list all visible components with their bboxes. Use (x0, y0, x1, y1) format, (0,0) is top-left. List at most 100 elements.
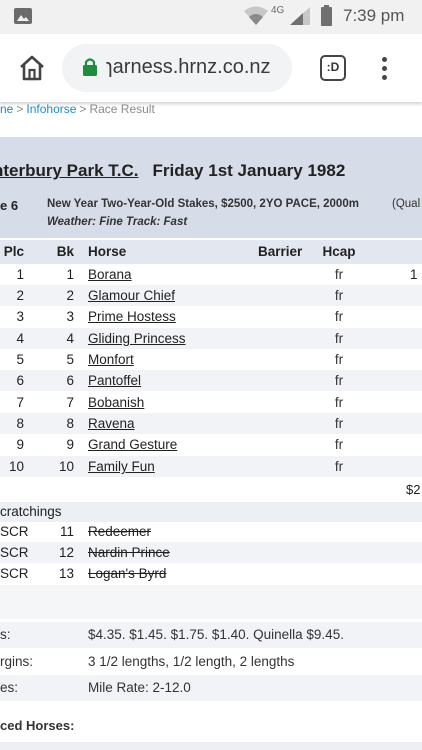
horse-link[interactable]: Monfort (88, 352, 134, 367)
table-row: 4 4 Gliding Princess fr (0, 328, 422, 349)
handicap: fr (334, 309, 344, 324)
stake-total-row: $2 (0, 479, 422, 501)
placing: 2 (16, 288, 24, 303)
horse-link[interactable]: Grand Gesture (88, 437, 177, 452)
times-value: Mile Rate: 2-12.0 (88, 680, 191, 695)
book-number: 11 (59, 524, 74, 539)
table-row: 5 5 Monfort fr (0, 349, 422, 370)
table-row: 8 8 Ravena fr (0, 413, 422, 434)
wifi-icon (244, 6, 268, 25)
placing: 8 (16, 416, 24, 431)
horse-link[interactable]: Family Fun (88, 459, 155, 474)
table-row: 7 7 Bobanish fr (0, 392, 422, 413)
table-row: 3 3 Prime Hostess fr (0, 306, 422, 327)
handicap: fr (334, 416, 344, 431)
placed-horses-title: ced Horses: (0, 718, 75, 733)
placing: 4 (16, 331, 24, 346)
horse-link[interactable]: Bobanish (88, 395, 144, 410)
race-number: e 6 (0, 198, 19, 213)
results-table-header: Plc Bk Horse Barrier Hcap (0, 240, 422, 264)
table-row: 6 6 Pantoffel fr (0, 370, 422, 391)
breadcrumb-home-link[interactable]: ne (0, 102, 13, 116)
breadcrumb-separator: > (79, 102, 87, 116)
horse-link[interactable]: Glamour Chief (88, 288, 175, 303)
placing: 5 (16, 352, 24, 367)
book-number: 9 (66, 437, 74, 452)
scratching-row: SCR 11 Redeemer (0, 521, 422, 542)
scratch-status: SCR (0, 566, 29, 581)
header-plc: Plc (3, 244, 24, 259)
handicap: fr (334, 352, 344, 367)
horse-link[interactable]: Borana (88, 267, 132, 282)
status-bar: 4G 7:39 pm (0, 0, 422, 34)
horse-link[interactable]: Gliding Princess (88, 331, 186, 346)
book-number: 8 (66, 416, 74, 431)
margins-row: rgins: 3 1/2 lengths, 1/2 length, 2 leng… (0, 649, 422, 675)
book-number: 13 (58, 566, 74, 581)
book-number: 1 (66, 267, 74, 282)
network-type-label: 4G (271, 5, 285, 16)
header-bk: Bk (56, 244, 74, 259)
scratching-row: SCR 12 Nardin Prince (0, 542, 422, 563)
table-row: 10 10 Family Fun fr (0, 456, 422, 477)
handicap: fr (334, 437, 344, 452)
more-vert-icon[interactable] (378, 54, 390, 84)
race-header: nterbury Park T.C. Friday 1st January 198… (0, 137, 422, 238)
book-number: 12 (58, 545, 74, 560)
lock-icon (83, 58, 97, 76)
margins-label: rgins: (0, 654, 34, 669)
placing: 3 (16, 309, 24, 324)
race-qualifier: (Qual (392, 198, 421, 210)
placing: 10 (8, 459, 24, 474)
times-label: es: (0, 680, 19, 695)
section-spacer (0, 585, 422, 619)
book-number: 6 (66, 373, 74, 388)
horse-link[interactable]: Prime Hostess (88, 309, 176, 324)
handicap: fr (334, 267, 344, 282)
placing: 6 (16, 373, 24, 388)
url-text: ɿarness.hrnz.co.nz (106, 56, 271, 78)
race-description: New Year Two-Year-Old Stakes, $2500, 2YO… (47, 198, 359, 210)
times-row: es: Mile Rate: 2-12.0 (0, 675, 422, 701)
scratched-horse: Logan's Byrd (88, 566, 167, 581)
breadcrumb-current: Race Result (89, 102, 155, 116)
scratchings-header: cratchings (0, 502, 422, 522)
home-icon[interactable] (18, 54, 46, 82)
scratch-status: SCR (0, 545, 29, 560)
table-row: 1 1 Borana fr 1 (0, 264, 422, 285)
book-number: 10 (58, 459, 74, 474)
race-conditions: Weather: Fine Track: Fast (47, 216, 188, 228)
table-row: 2 2 Glamour Chief fr (0, 285, 422, 306)
clock-time: 7:39 pm (343, 6, 405, 25)
placing: 9 (16, 437, 24, 452)
battery-icon (321, 5, 332, 26)
venue-link[interactable]: nterbury Park T.C. (0, 161, 139, 180)
handicap: fr (334, 373, 344, 388)
placing: 1 (16, 267, 24, 282)
scratch-status: SCR (0, 524, 29, 539)
header-barrier: Barrier (258, 244, 303, 259)
book-number: 4 (66, 331, 74, 346)
dividends-row: s: $4.35. $1.45. $1.75. $1.40. Quinella … (0, 622, 422, 648)
handicap: fr (334, 459, 344, 474)
handicap: fr (334, 331, 344, 346)
notification-image-icon (14, 8, 32, 24)
meeting-date: Friday 1st January 1982 (152, 161, 346, 180)
truncated-cell: 1 (410, 267, 418, 282)
book-number: 3 (66, 309, 74, 324)
horse-link[interactable]: Ravena (88, 416, 135, 431)
stake-total: $2 (406, 482, 421, 497)
breadcrumb: ne > Infohorse > Race Result (0, 102, 155, 120)
placed-horses-table-start (0, 742, 422, 750)
scratched-horse: Redeemer (88, 524, 152, 539)
horse-link[interactable]: Pantoffel (88, 373, 141, 388)
breadcrumb-infohorse-link[interactable]: Infohorse (26, 102, 76, 116)
book-number: 7 (66, 395, 74, 410)
address-bar[interactable]: ɿarness.hrnz.co.nz (62, 44, 292, 92)
tab-switcher-button[interactable]: :D (320, 55, 346, 81)
book-number: 5 (66, 352, 74, 367)
dividends-label: s: (0, 627, 11, 642)
scratchings-title: cratchings (0, 504, 62, 519)
header-hcap: Hcap (322, 244, 356, 259)
scratched-horse: Nardin Prince (88, 545, 170, 560)
